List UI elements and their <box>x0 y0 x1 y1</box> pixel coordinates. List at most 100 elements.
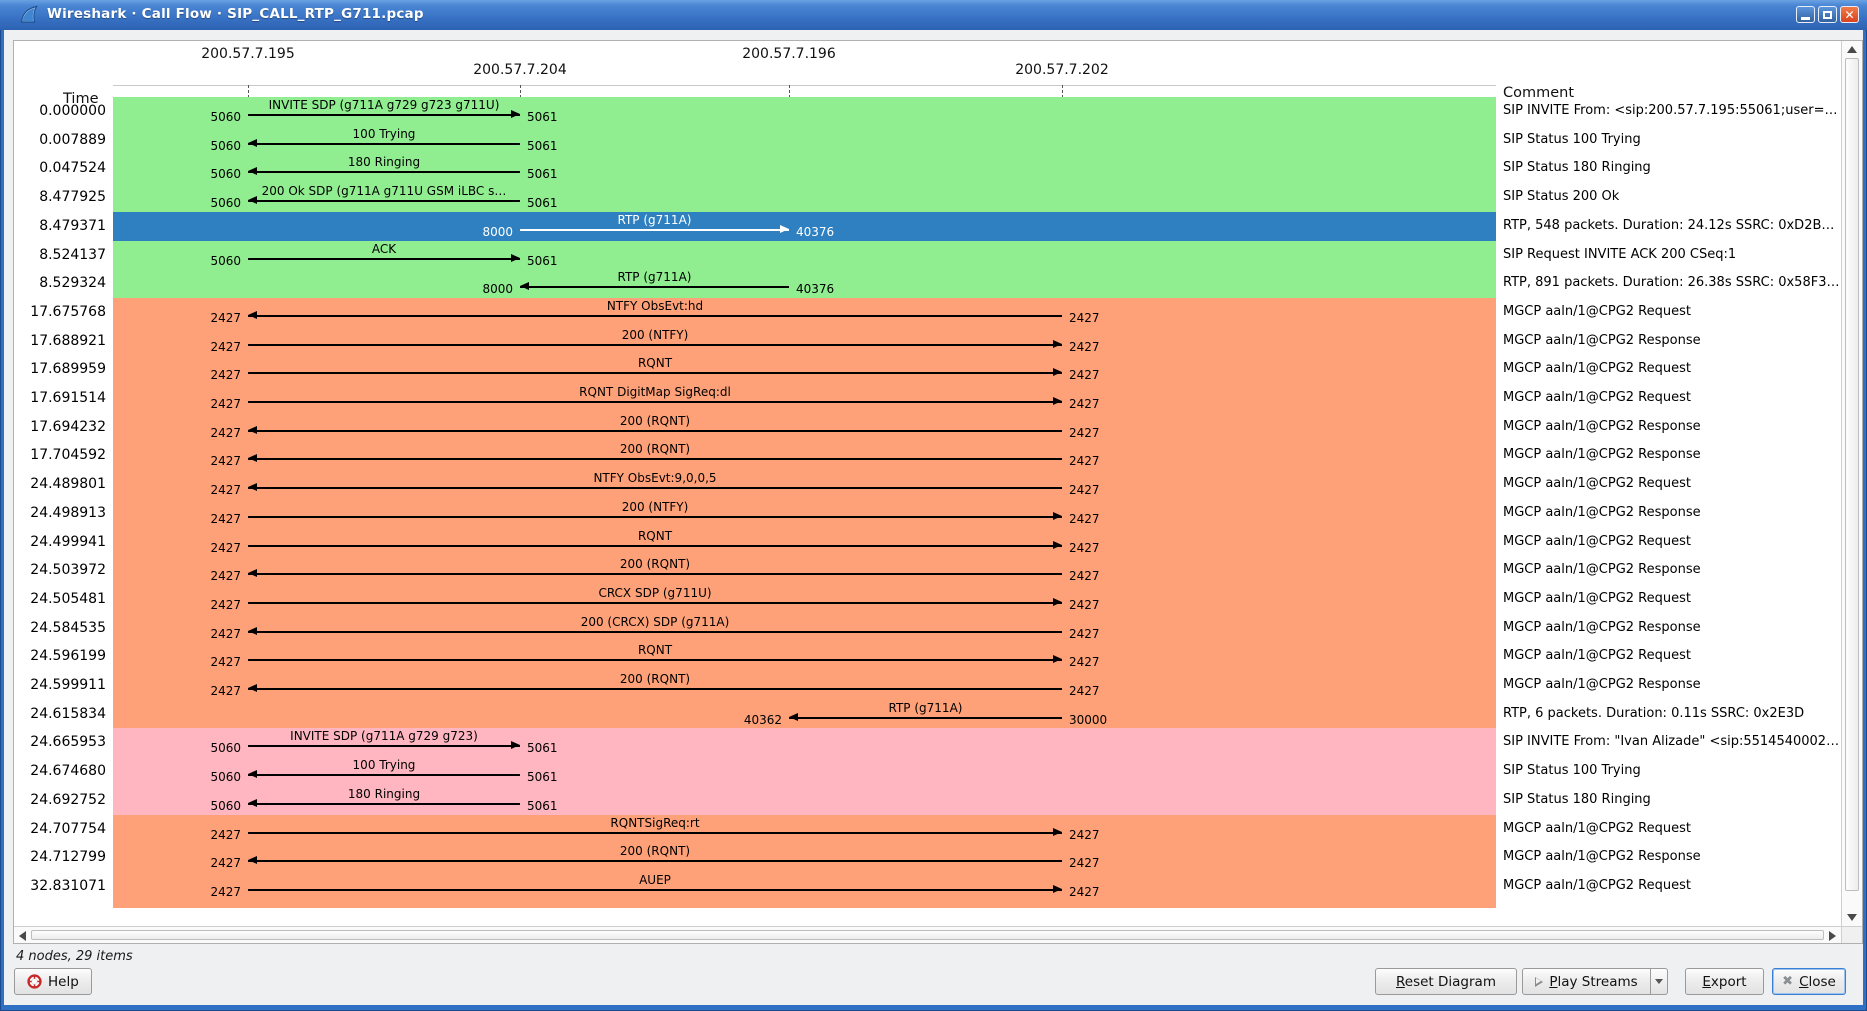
time-label: 17.694232 <box>16 419 106 435</box>
message-label: NTFY ObsEvt:9,0,0,5 <box>248 471 1062 485</box>
title-bar[interactable]: Wireshark · Call Flow · SIP_CALL_RTP_G71… <box>0 0 1867 30</box>
time-label: 24.665953 <box>16 734 106 750</box>
arrow-line <box>248 200 520 202</box>
comment-label: MGCP aaln/1@CPG2 Response <box>1503 505 1701 520</box>
scroll-left-icon[interactable] <box>19 931 26 941</box>
comment-label: RTP, 6 packets. Duration: 0.11s SSRC: 0x… <box>1503 706 1804 721</box>
destination-port-label: 5061 <box>527 196 587 210</box>
scroll-up-icon[interactable] <box>1847 46 1857 53</box>
destination-port-label: 5061 <box>527 139 587 153</box>
message-label: INVITE SDP (g711A g729 g723 g711U) <box>248 98 520 112</box>
comment-label: MGCP aaln/1@CPG2 Request <box>1503 648 1691 663</box>
arrow-line <box>248 860 1062 862</box>
reset-diagram-button[interactable]: Reset Diagram <box>1375 968 1517 995</box>
message-label: 200 (CRCX) SDP (g711A) <box>248 615 1062 629</box>
arrow-line <box>789 717 1062 719</box>
message-label: RQNT DigitMap SigReq:dl <box>248 385 1062 399</box>
message-label: 200 (RQNT) <box>248 557 1062 571</box>
flow-row-stripe-partial[interactable] <box>113 901 1496 908</box>
arrow-line <box>248 659 1062 661</box>
time-label: 24.499941 <box>16 534 106 550</box>
arrow-line <box>248 745 520 747</box>
time-label: 24.615834 <box>16 706 106 722</box>
comment-label: SIP Request INVITE ACK 200 CSeq:1 <box>1503 247 1736 262</box>
destination-port-label: 2427 <box>1069 627 1129 641</box>
header-separator <box>113 85 1496 86</box>
maximize-button[interactable] <box>1818 6 1837 23</box>
node-address-1: 200.57.7.204 <box>440 62 600 78</box>
time-label: 8.529324 <box>16 275 106 291</box>
destination-port-label: 5061 <box>527 110 587 124</box>
vertical-scrollbar[interactable] <box>1841 41 1862 926</box>
comment-label: MGCP aaln/1@CPG2 Response <box>1503 849 1701 864</box>
time-label: 0.007889 <box>16 132 106 148</box>
message-label: INVITE SDP (g711A g729 g723) <box>248 729 520 743</box>
vertical-scroll-thumb[interactable] <box>1845 58 1859 891</box>
help-button[interactable]: Help <box>14 968 92 995</box>
message-label: RQNT <box>248 643 1062 657</box>
maximize-icon <box>1823 11 1832 19</box>
destination-port-label: 30000 <box>1069 713 1129 727</box>
minimize-icon <box>1801 17 1810 20</box>
play-streams-button[interactable]: Play Streams <box>1522 968 1651 995</box>
arrow-line <box>248 258 520 260</box>
scroll-right-icon[interactable] <box>1829 931 1836 941</box>
horizontal-scrollbar[interactable] <box>14 926 1841 943</box>
arrow-line <box>248 487 1062 489</box>
message-label: 200 (RQNT) <box>248 844 1062 858</box>
destination-port-label: 2427 <box>1069 541 1129 555</box>
status-summary: 4 nodes, 29 items <box>16 949 133 964</box>
close-button[interactable]: ✖ Close <box>1772 968 1846 995</box>
message-label: 100 Trying <box>248 758 520 772</box>
comment-label: MGCP aaln/1@CPG2 Request <box>1503 361 1691 376</box>
time-label: 24.674680 <box>16 763 106 779</box>
flow-diagram-canvas[interactable]: Time Comment 200.57.7.195200.57.7.204200… <box>14 41 1841 926</box>
source-port-label: 2427 <box>186 368 241 382</box>
close-icon: ✕ <box>1844 9 1854 21</box>
source-port-label: 2427 <box>186 397 241 411</box>
comment-label: MGCP aaln/1@CPG2 Request <box>1503 591 1691 606</box>
comment-label: MGCP aaln/1@CPG2 Request <box>1503 390 1691 405</box>
time-label: 17.675768 <box>16 304 106 320</box>
destination-port-label: 5061 <box>527 799 587 813</box>
source-port-label: 2427 <box>186 655 241 669</box>
message-label: 180 Ringing <box>248 787 520 801</box>
comment-label: MGCP aaln/1@CPG2 Response <box>1503 447 1701 462</box>
close-window-button[interactable]: ✕ <box>1840 6 1859 23</box>
arrow-line <box>248 401 1062 403</box>
close-button-label: Close <box>1799 974 1836 990</box>
destination-port-label: 5061 <box>527 254 587 268</box>
time-label: 24.596199 <box>16 648 106 664</box>
source-port-label: 2427 <box>186 598 241 612</box>
arrow-line <box>248 573 1062 575</box>
destination-port-label: 2427 <box>1069 311 1129 325</box>
destination-port-label: 5061 <box>527 741 587 755</box>
scroll-down-icon[interactable] <box>1847 914 1857 921</box>
comment-label: MGCP aaln/1@CPG2 Request <box>1503 821 1691 836</box>
comment-label: MGCP aaln/1@CPG2 Request <box>1503 878 1691 893</box>
source-port-label: 5060 <box>186 741 241 755</box>
source-port-label: 8000 <box>458 225 513 239</box>
minimize-button[interactable] <box>1796 6 1815 23</box>
source-port-label: 5060 <box>186 167 241 181</box>
arrow-line <box>248 114 520 116</box>
time-label: 17.704592 <box>16 447 106 463</box>
export-button-label: Export <box>1702 974 1746 990</box>
horizontal-scroll-thumb[interactable] <box>31 930 1824 940</box>
close-button-icon: ✖ <box>1782 975 1793 988</box>
source-port-label: 2427 <box>186 569 241 583</box>
flow-diagram-widget: Time Comment 200.57.7.195200.57.7.204200… <box>13 40 1863 944</box>
help-lifebuoy-icon <box>27 974 42 989</box>
arrow-line <box>248 803 520 805</box>
source-port-label: 2427 <box>186 684 241 698</box>
time-label: 17.691514 <box>16 390 106 406</box>
arrow-line <box>520 229 789 231</box>
message-label: RQNTSigReq:rt <box>248 816 1062 830</box>
source-port-label: 2427 <box>186 340 241 354</box>
time-label: 24.707754 <box>16 821 106 837</box>
arrow-line <box>248 832 1062 834</box>
export-button[interactable]: Export <box>1685 968 1764 995</box>
message-label: 200 (RQNT) <box>248 414 1062 428</box>
time-label: 24.503972 <box>16 562 106 578</box>
play-streams-dropdown-button[interactable] <box>1651 968 1668 995</box>
